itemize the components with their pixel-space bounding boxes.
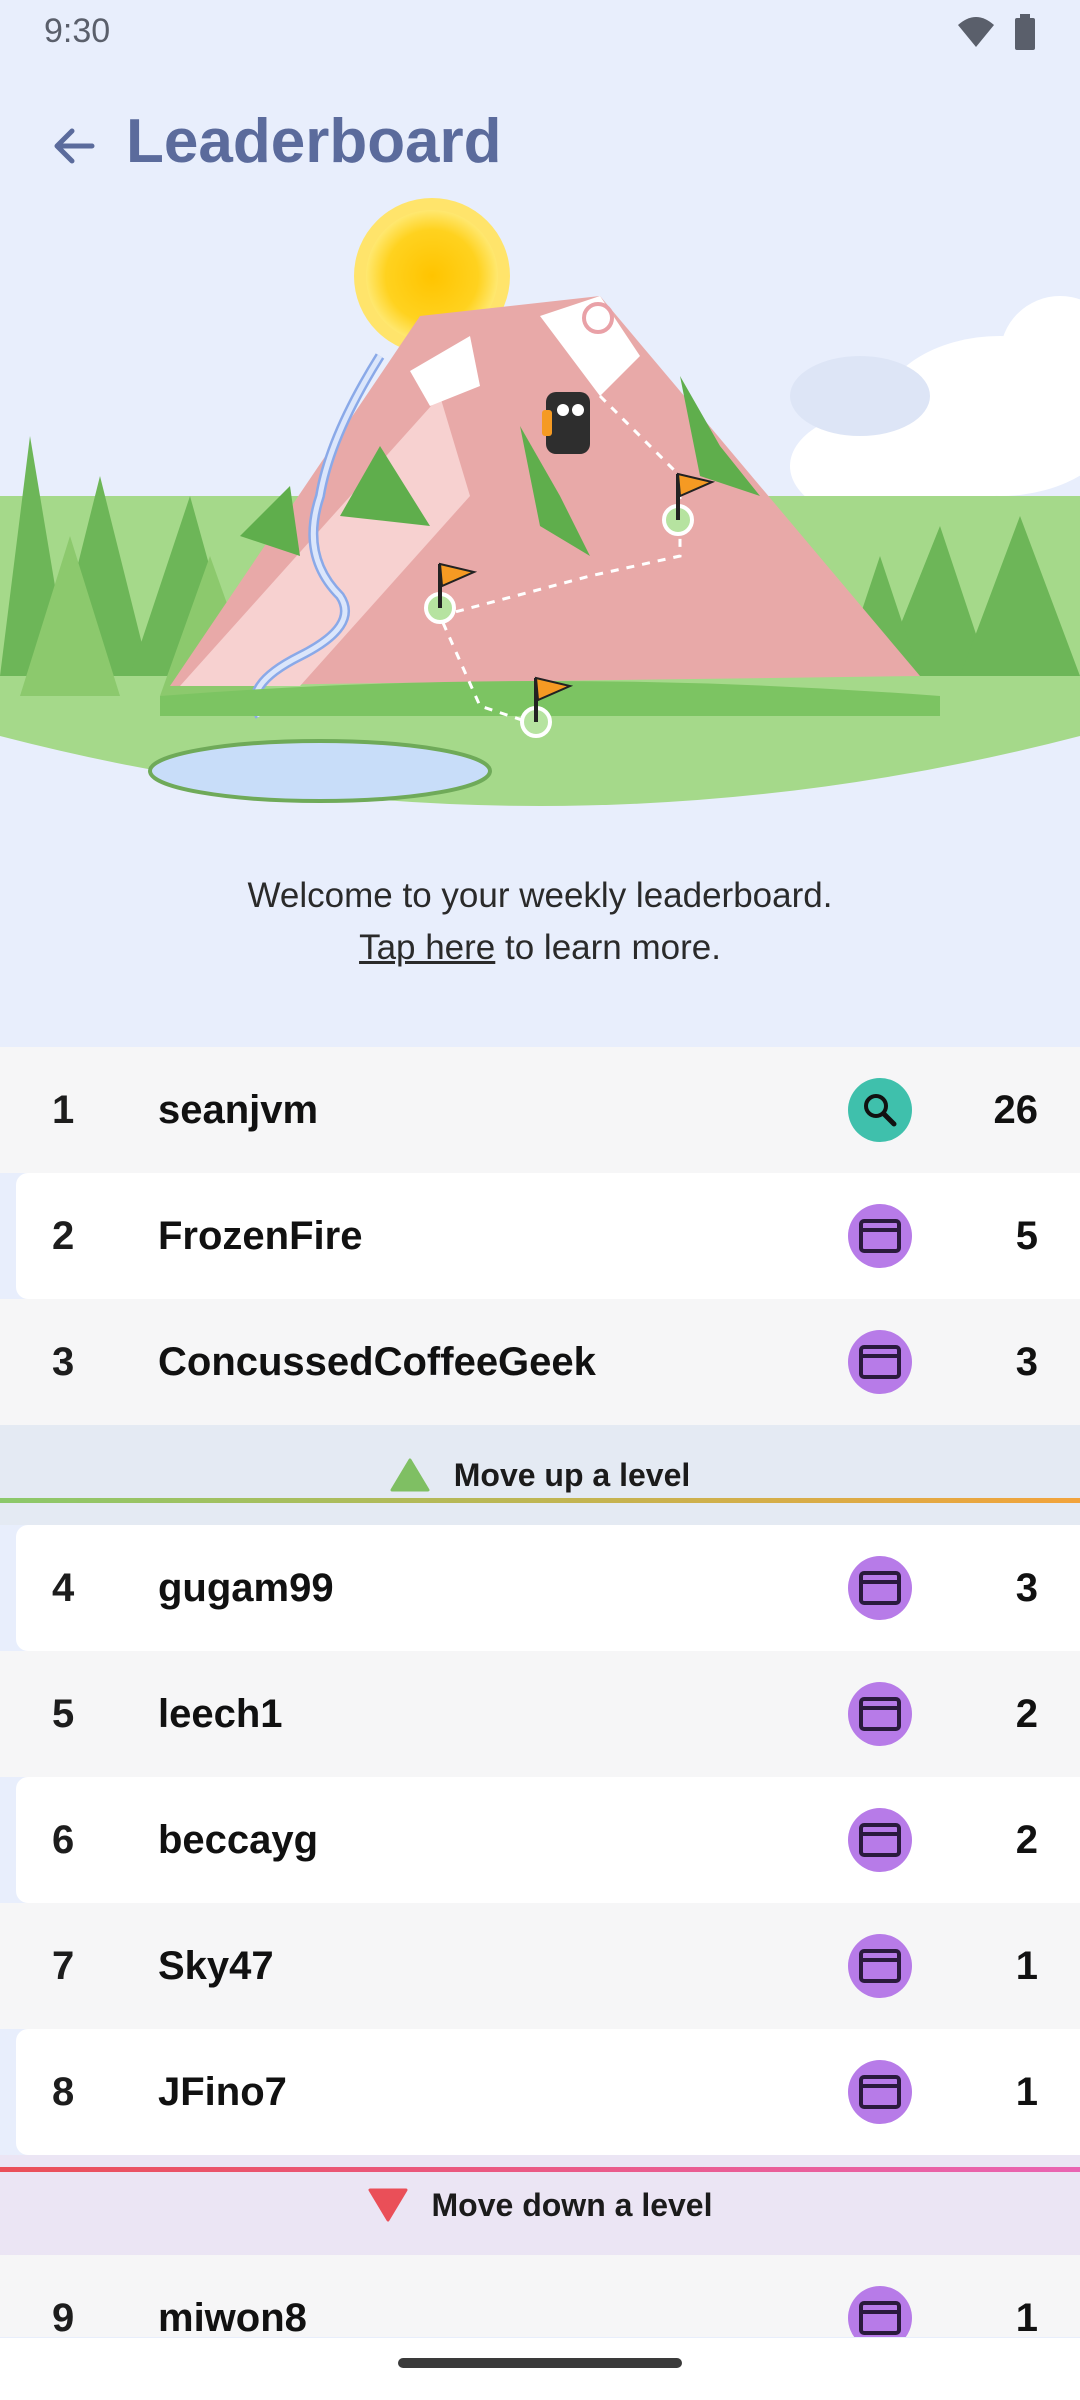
- score: 3: [1015, 1565, 1038, 1610]
- promotion-zone-divider: Move up a level: [0, 1425, 1080, 1525]
- username: leech1: [158, 1691, 283, 1736]
- leaderboard-row[interactable]: 7 Sky47 1: [0, 1903, 1080, 2029]
- leaderboard-row[interactable]: 9 miwon8 1: [0, 2255, 1080, 2337]
- card-icon: [848, 1556, 912, 1620]
- score: 2: [1015, 1817, 1038, 1862]
- card-icon: [848, 1808, 912, 1872]
- status-bar: 9:30: [0, 0, 1080, 62]
- username: gugam99: [158, 1565, 334, 1610]
- promotion-label: Move up a level: [453, 1456, 691, 1493]
- username: ConcussedCoffeeGeek: [158, 1339, 596, 1384]
- learn-more-line: Tap here to learn more.: [0, 922, 1080, 974]
- climber-character-icon: [542, 392, 590, 454]
- username: miwon8: [158, 2295, 307, 2338]
- arrow-down-triangle-icon: [368, 2188, 408, 2222]
- learn-more-text: to learn more.: [495, 928, 721, 967]
- back-arrow-icon: [54, 128, 95, 164]
- leaderboard-screen: 9:30 Leaderboard Welcome to your weekly …: [0, 0, 1080, 2400]
- score: 1: [1015, 2295, 1038, 2338]
- card-icon: [848, 2060, 912, 2124]
- rank: 9: [52, 2295, 75, 2338]
- score: 1: [1015, 2069, 1038, 2114]
- score: 2: [1015, 1691, 1038, 1736]
- score: 3: [1015, 1339, 1038, 1384]
- score: 1: [1015, 1943, 1038, 1988]
- back-button[interactable]: [40, 112, 108, 180]
- demotion-zone-divider: Move down a level: [0, 2155, 1080, 2255]
- card-icon: [848, 1330, 912, 1394]
- rank: 4: [52, 1565, 75, 1610]
- leaderboard-row[interactable]: 3 ConcussedCoffeeGeek 3: [0, 1299, 1080, 1425]
- username: seanjvm: [158, 1087, 319, 1132]
- status-icons: [956, 14, 1036, 50]
- rank: 5: [52, 1691, 75, 1736]
- card-icon: [848, 1682, 912, 1746]
- wifi-icon: [958, 17, 994, 47]
- welcome-line: Welcome to your weekly leaderboard.: [247, 876, 833, 915]
- battery-icon: [1015, 14, 1035, 50]
- rank: 6: [52, 1817, 75, 1862]
- rank: 7: [52, 1943, 75, 1988]
- leaderboard-row[interactable]: 1 seanjvm 26: [0, 1047, 1080, 1173]
- app-header: Leaderboard: [0, 96, 1080, 196]
- leaderboard-row[interactable]: 2 FrozenFire 5: [16, 1173, 1080, 1299]
- score: 5: [1015, 1213, 1038, 1258]
- username: beccayg: [158, 1817, 319, 1862]
- leaderboard-row[interactable]: 8 JFino7 1: [16, 2029, 1080, 2155]
- leaderboard-row[interactable]: 4 gugam99 3: [16, 1525, 1080, 1651]
- status-time: 9:30: [44, 12, 111, 50]
- username: Sky47: [158, 1943, 274, 1988]
- search-icon: [848, 1078, 912, 1142]
- tap-here-link[interactable]: Tap here: [359, 928, 495, 967]
- mountain-illustration: [0, 196, 1080, 816]
- page-title: Leaderboard: [126, 107, 502, 176]
- score: 26: [993, 1087, 1039, 1132]
- username: JFino7: [158, 2069, 287, 2114]
- card-icon: [848, 2286, 912, 2337]
- system-navigation-bar: [0, 2338, 1080, 2400]
- rank: 2: [52, 1213, 75, 1258]
- welcome-message: Welcome to your weekly leaderboard. Tap …: [0, 870, 1080, 974]
- arrow-up-triangle-icon: [390, 1458, 430, 1492]
- rank: 3: [52, 1339, 75, 1384]
- home-gesture-handle[interactable]: [398, 2358, 682, 2368]
- rank: 1: [52, 1087, 75, 1132]
- leaderboard-row[interactable]: 6 beccayg 2: [16, 1777, 1080, 1903]
- leaderboard-list: 1 seanjvm 26 2 FrozenFire 5 3 ConcussedC…: [0, 1047, 1080, 2337]
- card-icon: [848, 1204, 912, 1268]
- card-icon: [848, 1934, 912, 1998]
- username: FrozenFire: [158, 1213, 363, 1258]
- demotion-label: Move down a level: [431, 2186, 713, 2223]
- leaderboard-row[interactable]: 5 leech1 2: [0, 1651, 1080, 1777]
- rank: 8: [52, 2069, 75, 2114]
